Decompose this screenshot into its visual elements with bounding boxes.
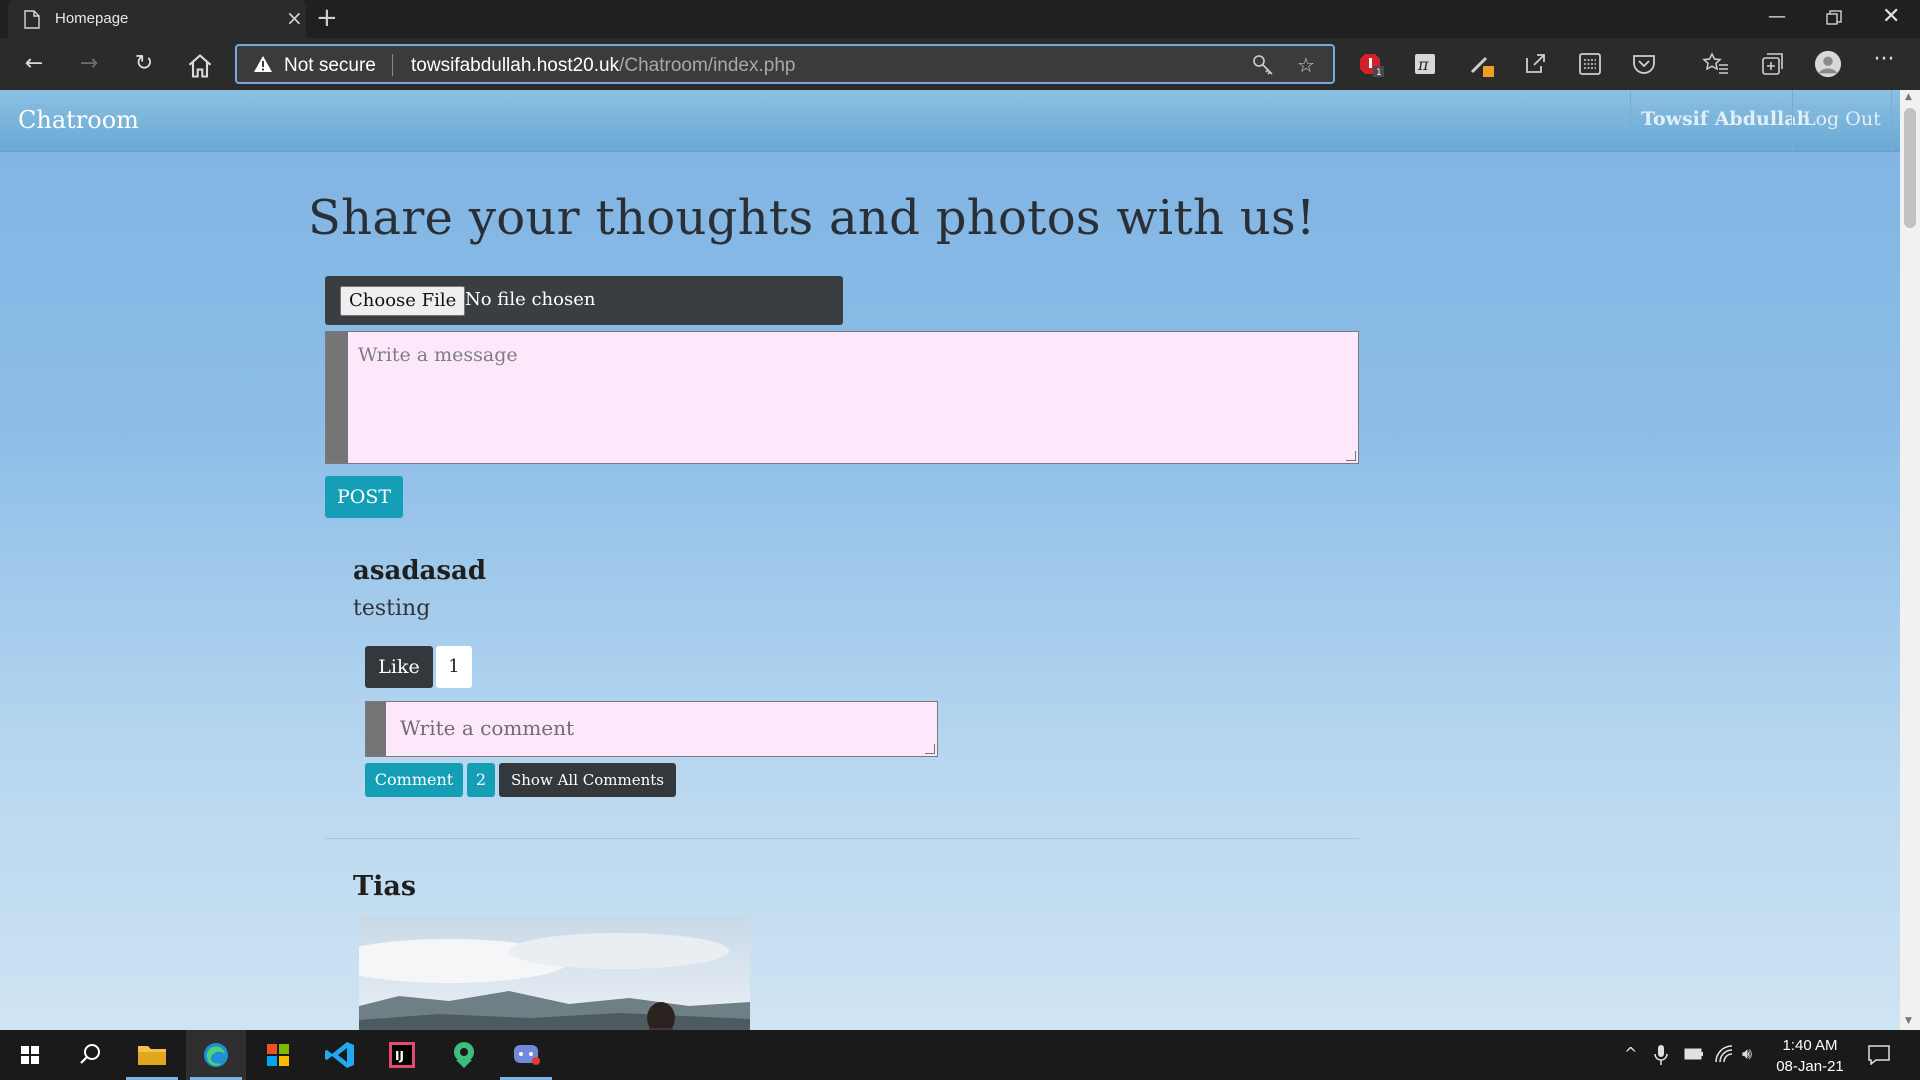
file-upload-field[interactable]: Choose File No file chosen	[325, 276, 843, 325]
brand-link[interactable]: Chatroom	[18, 106, 139, 134]
pen-extension-icon[interactable]	[1468, 50, 1496, 78]
textarea-left-strip	[326, 332, 348, 463]
pi-extension-icon[interactable]: π	[1412, 50, 1440, 78]
profile-avatar-icon[interactable]	[1814, 50, 1842, 78]
microphone-icon[interactable]	[1654, 1044, 1668, 1066]
page-viewport: Chatroom Towsif Abdullah Log Out Share y…	[0, 90, 1900, 1030]
show-all-comments-button[interactable]: Show All Comments	[499, 763, 676, 797]
url-text[interactable]: towsifabdullah.host20.uk/Chatroom/index.…	[411, 55, 795, 77]
like-count-badge: 1	[436, 646, 472, 688]
microsoft-store-icon[interactable]	[248, 1030, 308, 1080]
url-path: /Chatroom/index.php	[619, 55, 796, 76]
refresh-icon[interactable]: ↻	[130, 50, 158, 78]
edge-browser-icon[interactable]	[186, 1030, 246, 1080]
post-author: asadasad	[353, 556, 487, 586]
comment-placeholder: Write a comment	[400, 716, 575, 740]
svg-text:IJ: IJ	[395, 1049, 404, 1063]
page-scrollbar[interactable]: ▲ ▼	[1900, 90, 1920, 1030]
discord-icon[interactable]	[496, 1030, 556, 1080]
volume-icon[interactable]: 🔊︎	[1742, 1044, 1752, 1064]
show-hidden-icons-chevron-icon[interactable]: ^	[1624, 1044, 1637, 1063]
comment-input[interactable]: Write a comment	[365, 701, 938, 757]
security-label[interactable]: Not secure	[284, 55, 376, 77]
key-icon[interactable]	[1252, 54, 1274, 76]
message-placeholder: Write a message	[358, 344, 518, 366]
browser-tab-bar: Homepage × + — ✕	[0, 0, 1920, 38]
close-window-icon[interactable]: ✕	[1882, 4, 1900, 29]
warning-icon[interactable]	[253, 55, 273, 73]
url-host: towsifabdullah.host20.uk	[411, 55, 620, 76]
address-separator	[392, 54, 393, 76]
vscode-icon[interactable]	[310, 1030, 370, 1080]
scrollbar-thumb[interactable]	[1904, 108, 1916, 228]
post-text: testing	[353, 596, 431, 621]
windows-taskbar: IJ ^ 🔊︎ 1:40 AM 08-Jan-21	[0, 1030, 1920, 1080]
logout-link[interactable]: Log Out	[1792, 90, 1892, 152]
clock-time: 1:40 AM	[1782, 1037, 1838, 1054]
address-bar[interactable]: Not secure towsifabdullah.host20.uk/Chat…	[235, 44, 1335, 84]
more-options-icon[interactable]: ···	[1870, 46, 1898, 74]
post-button[interactable]: POST	[325, 476, 403, 518]
pocket-extension-icon[interactable]	[1630, 50, 1658, 78]
page-icon	[24, 10, 40, 29]
browser-tab-homepage[interactable]: Homepage ×	[8, 0, 306, 38]
page-title: Share your thoughts and photos with us!	[308, 190, 1316, 246]
minimize-icon[interactable]: —	[1768, 6, 1786, 27]
close-tab-icon[interactable]: ×	[286, 8, 303, 28]
notifications-icon[interactable]	[1868, 1045, 1890, 1065]
scroll-up-icon[interactable]: ▲	[1905, 92, 1912, 102]
svg-text:1: 1	[1376, 68, 1382, 78]
chat-app-icon	[514, 1045, 540, 1065]
restore-icon[interactable]	[1826, 10, 1842, 26]
browser-toolbar: ← → ↻ Not secure towsifabdullah.host20.u…	[0, 38, 1920, 90]
intellij-icon[interactable]: IJ	[372, 1030, 432, 1080]
resize-handle-icon[interactable]	[925, 744, 935, 754]
resize-handle-icon[interactable]	[1346, 451, 1356, 461]
maps-icon[interactable]	[434, 1030, 494, 1080]
message-textarea[interactable]: Write a message	[325, 331, 1359, 464]
like-button[interactable]: Like	[365, 646, 433, 688]
adblock-extension-icon[interactable]: 1	[1358, 50, 1386, 78]
calculator-extension-icon[interactable]	[1576, 50, 1604, 78]
system-clock[interactable]: 1:40 AM 08-Jan-21	[1776, 1035, 1844, 1077]
svg-text:π: π	[1417, 55, 1429, 74]
collections-icon[interactable]	[1758, 50, 1786, 78]
battery-icon[interactable]	[1684, 1048, 1704, 1060]
share-extension-icon[interactable]	[1522, 50, 1550, 78]
folder-icon	[138, 1046, 166, 1065]
home-icon[interactable]	[186, 52, 214, 80]
choose-file-button[interactable]: Choose File	[340, 286, 466, 316]
new-tab-icon[interactable]: +	[316, 4, 338, 32]
site-navbar: Chatroom Towsif Abdullah Log Out	[0, 90, 1900, 152]
back-icon[interactable]: ←	[20, 50, 48, 78]
wifi-icon[interactable]	[1714, 1044, 1734, 1064]
search-icon[interactable]	[60, 1030, 120, 1080]
post-author: Tias	[353, 871, 417, 902]
clock-date: 08-Jan-21	[1776, 1058, 1844, 1075]
windows-start-icon[interactable]	[0, 1030, 60, 1080]
forward-icon[interactable]: →	[75, 50, 103, 78]
favorites-icon[interactable]	[1702, 50, 1730, 78]
comment-left-strip	[366, 702, 386, 756]
edge-logo-icon	[204, 1043, 228, 1067]
favorite-star-icon[interactable]: ☆	[1297, 53, 1315, 77]
comment-button[interactable]: Comment	[365, 763, 463, 797]
comment-count-badge: 2	[467, 763, 495, 797]
post-divider	[325, 838, 1359, 839]
tab-title: Homepage	[55, 10, 129, 27]
scroll-down-icon[interactable]: ▼	[1905, 1016, 1912, 1026]
file-explorer-icon[interactable]	[122, 1030, 182, 1080]
post-photo	[359, 916, 750, 1030]
file-status-text: No file chosen	[465, 289, 596, 310]
